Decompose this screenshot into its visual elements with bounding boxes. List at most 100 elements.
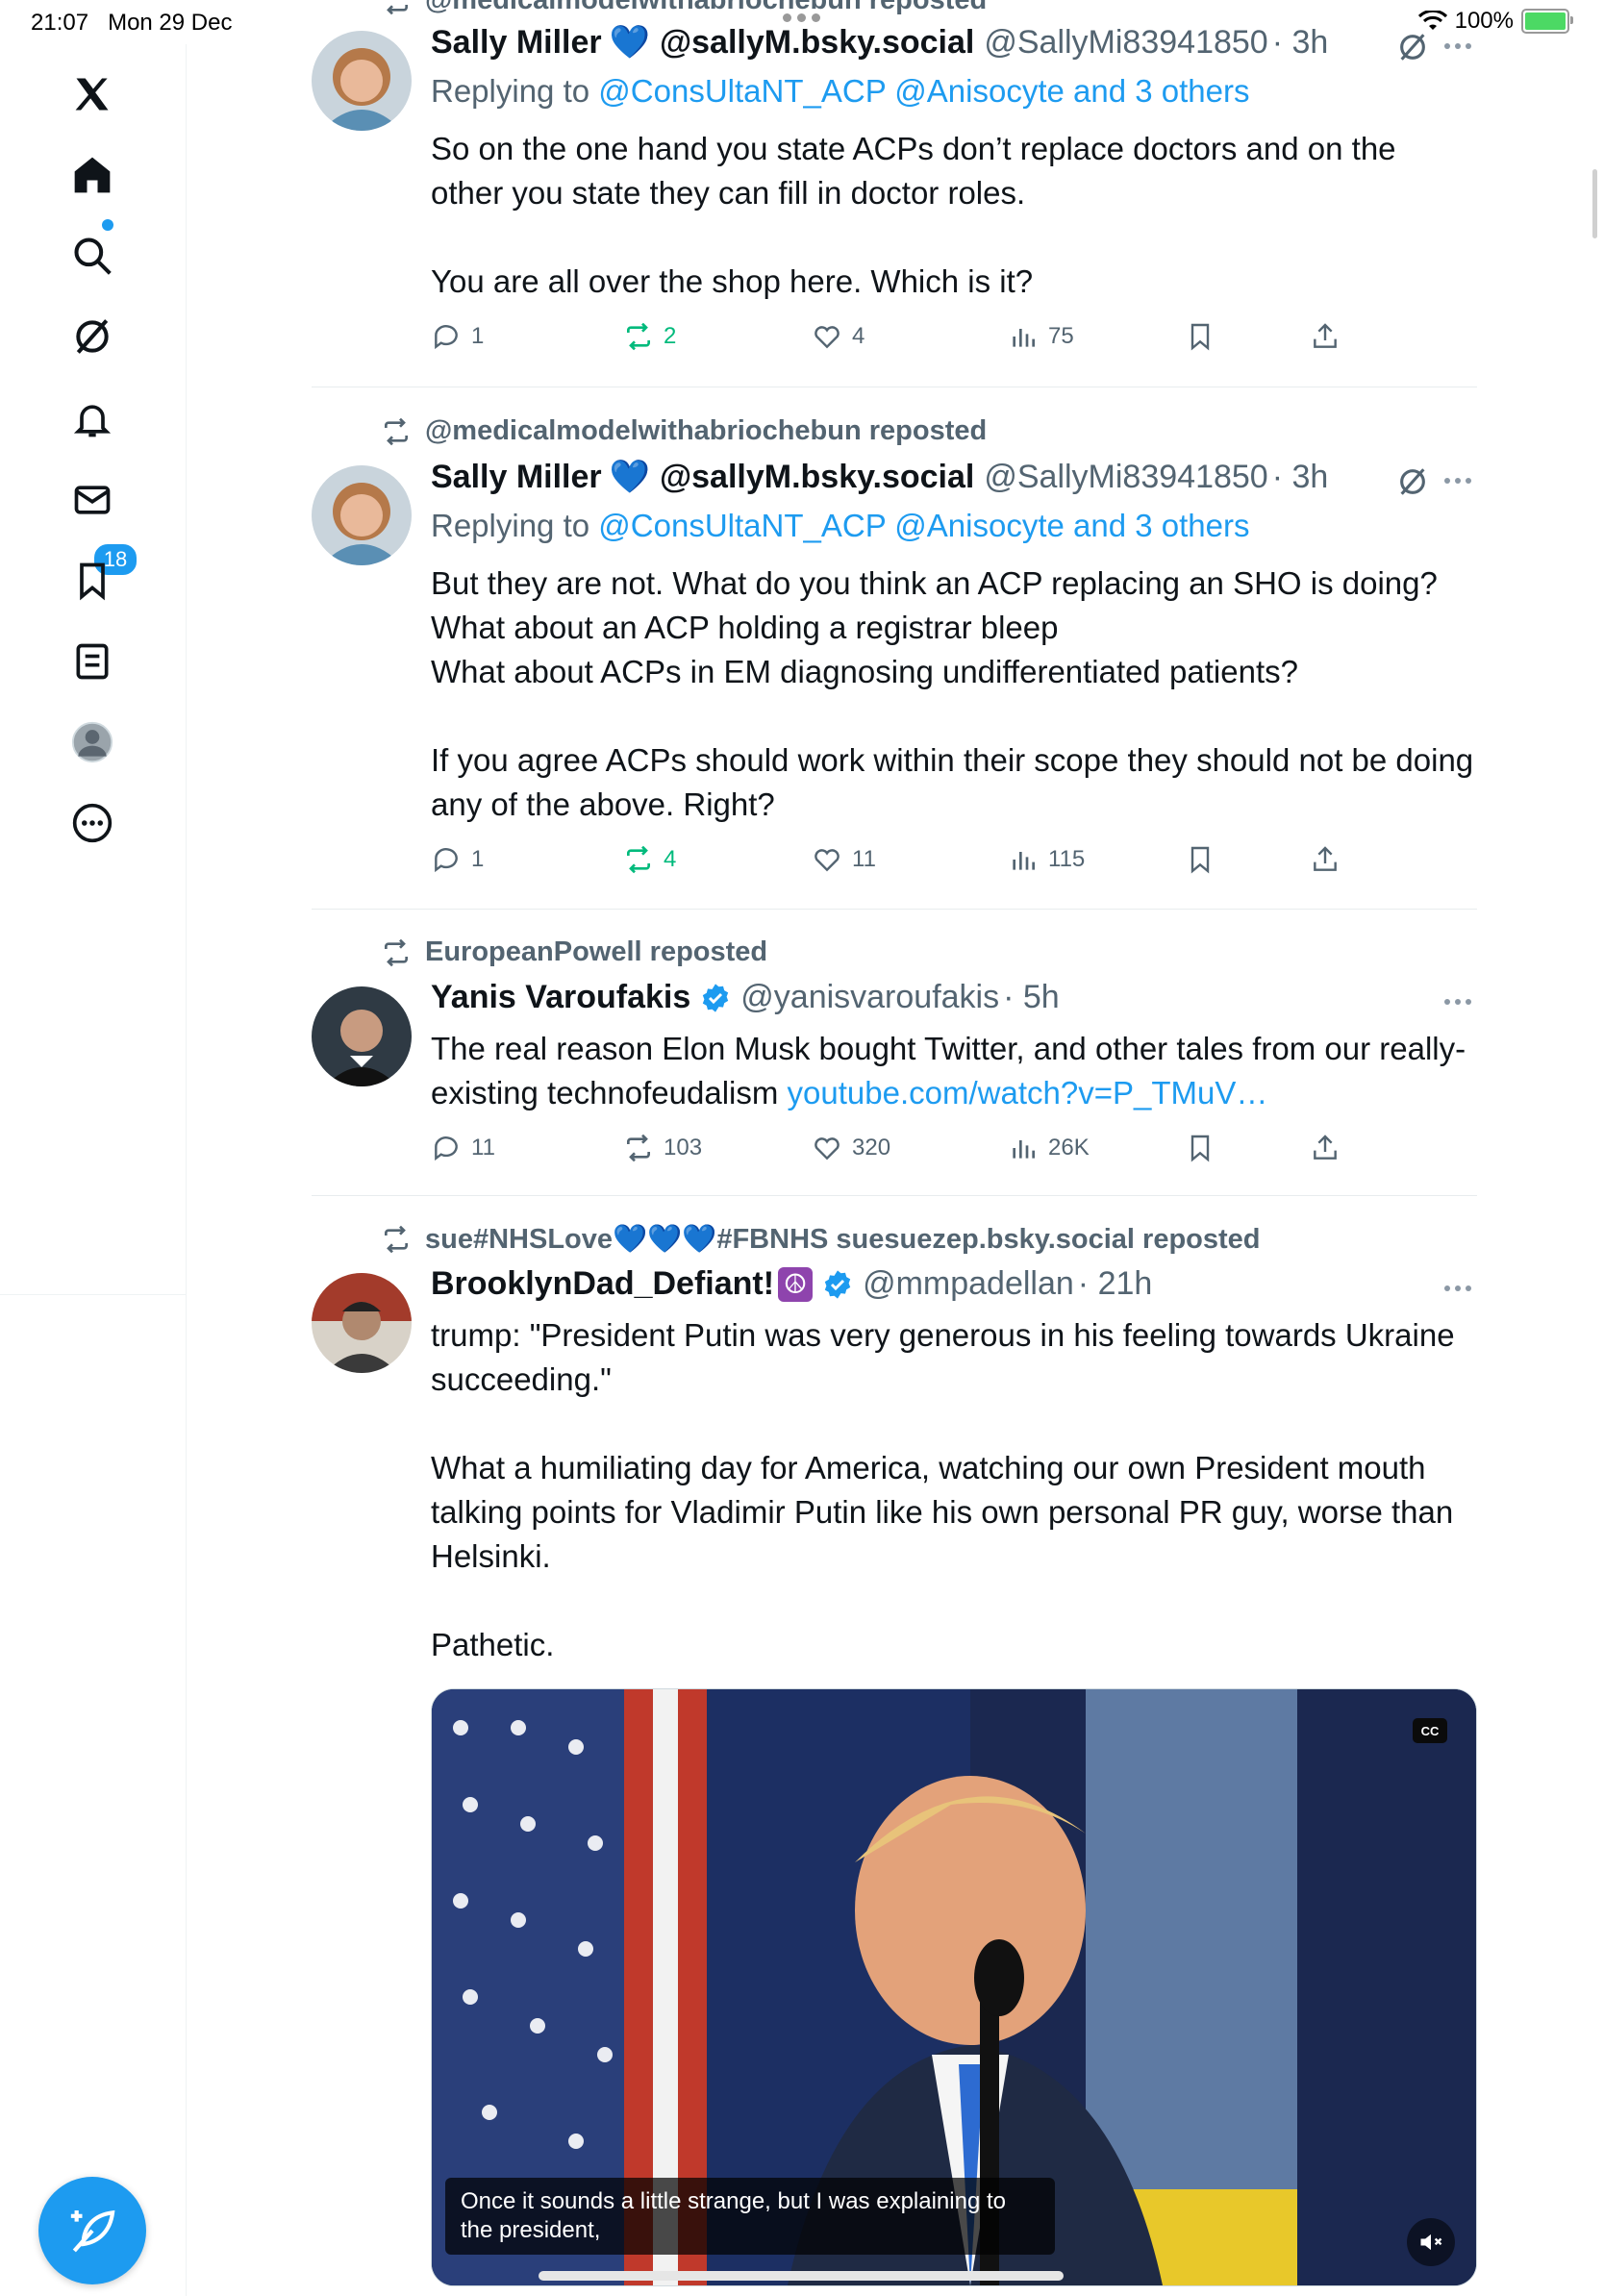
- verified-badge-icon: [824, 1269, 851, 1299]
- tweet-text: trump: "President Putin was very generou…: [431, 1317, 1455, 1662]
- compose-post-button[interactable]: [38, 2177, 146, 2284]
- heart-icon: [815, 849, 840, 872]
- views-chart-icon: [1013, 1140, 1035, 1159]
- timestamp[interactable]: · 3h: [1272, 24, 1329, 62]
- views-button[interactable]: 115: [1008, 844, 1085, 875]
- compose-feather-icon: [70, 2209, 115, 2253]
- replying-to: Replying to @ConsUltaNT_ACP @Anisocyte a…: [431, 73, 1250, 109]
- avatar[interactable]: [312, 1273, 412, 1373]
- blue-heart-emoji: 💙: [609, 459, 650, 495]
- verified-badge-icon: [703, 983, 729, 1012]
- timestamp[interactable]: · 5h: [1003, 979, 1060, 1016]
- sidebar-divider: [0, 1294, 186, 1295]
- reply-button[interactable]: 11: [431, 1133, 495, 1163]
- repost-button[interactable]: 103: [623, 1133, 702, 1163]
- more-options-icon[interactable]: [1439, 471, 1477, 490]
- notifications-bell-icon[interactable]: [63, 390, 121, 448]
- repost-icon: [387, 4, 408, 14]
- views-button[interactable]: 26K: [1008, 1133, 1090, 1163]
- repost-icon: [385, 938, 408, 966]
- author-handle[interactable]: @yanisvaroufakis: [740, 979, 999, 1016]
- share-button[interactable]: [1310, 1133, 1341, 1163]
- repost-context: @medicalmodelwithabriochebun reposted: [381, 0, 987, 16]
- timestamp[interactable]: · 3h: [1272, 459, 1329, 496]
- peace-symbol-emoji: ☮: [778, 1266, 814, 1302]
- avatar[interactable]: [312, 465, 412, 565]
- x-logo-icon[interactable]: [63, 65, 121, 123]
- more-options-icon[interactable]: [63, 794, 121, 852]
- share-button[interactable]: [1310, 321, 1341, 352]
- tweet[interactable]: sue#NHSLove💙💙💙#FBNHS suesuezep.bsky.soci…: [312, 1196, 1477, 2296]
- avatar[interactable]: [312, 31, 412, 131]
- share-button[interactable]: [1310, 844, 1341, 875]
- views-button[interactable]: 75: [1008, 321, 1074, 352]
- bookmarks-icon[interactable]: [63, 552, 121, 610]
- author-display-handle: @sallyM.bsky.social: [659, 23, 975, 61]
- messages-icon[interactable]: [63, 471, 121, 529]
- tweet-link[interactable]: youtube.com/watch?v=P_TMuV…: [788, 1075, 1268, 1111]
- like-button[interactable]: 320: [812, 1133, 890, 1163]
- author-name[interactable]: Sally Miller: [431, 24, 602, 62]
- lists-icon[interactable]: [63, 633, 121, 690]
- tweet[interactable]: EuropeanPowell reposted Yanis Varoufakis…: [312, 910, 1477, 1196]
- repost-button[interactable]: 2: [623, 321, 676, 352]
- repost-button[interactable]: 4: [623, 844, 676, 875]
- share-icon: [1314, 1135, 1337, 1160]
- views-chart-icon: [1013, 852, 1035, 870]
- author-handle[interactable]: @SallyMi83941850: [984, 459, 1267, 496]
- profile-avatar-icon[interactable]: [63, 713, 121, 771]
- repost-context: EuropeanPowell reposted: [381, 936, 767, 968]
- author-display-handle: @sallyM.bsky.social: [659, 458, 975, 495]
- views-chart-icon: [1013, 329, 1035, 347]
- share-icon: [1314, 846, 1337, 871]
- author-name[interactable]: Sally Miller: [431, 459, 602, 496]
- avatar[interactable]: [312, 986, 412, 1086]
- reply-icon: [435, 1136, 458, 1161]
- bookmark-icon: [1190, 846, 1210, 874]
- tweet-actions: 1 2 4 75: [431, 321, 1469, 360]
- replying-to-link[interactable]: @ConsUltaNT_ACP @Anisocyte and 3 others: [598, 508, 1249, 543]
- like-button[interactable]: 11: [812, 844, 876, 875]
- replying-to: Replying to @ConsUltaNT_ACP @Anisocyte a…: [431, 508, 1250, 543]
- repost-context: @medicalmodelwithabriochebun reposted: [381, 415, 987, 447]
- search-icon[interactable]: [63, 227, 121, 285]
- home-indicator[interactable]: [539, 2271, 1064, 2281]
- grok-explain-icon[interactable]: [1396, 31, 1429, 63]
- more-options-icon[interactable]: [1439, 992, 1477, 1011]
- more-options-icon[interactable]: [1439, 1279, 1477, 1298]
- bookmark-icon: [1190, 323, 1210, 351]
- reply-button[interactable]: 1: [431, 844, 484, 875]
- tweet[interactable]: @medicalmodelwithabriochebun reposted Sa…: [312, 388, 1477, 910]
- closed-captions-button[interactable]: CC: [1413, 1718, 1447, 1743]
- grok-explain-icon[interactable]: [1396, 465, 1429, 498]
- video-player[interactable]: CC Once it sounds a little strange, but …: [431, 1688, 1477, 2286]
- tweet[interactable]: @medicalmodelwithabriochebun reposted Sa…: [312, 0, 1477, 388]
- repost-icon: [627, 845, 650, 874]
- tweet-actions: 11 103 320 26K: [431, 1133, 1469, 1171]
- like-button[interactable]: 4: [812, 321, 865, 352]
- timestamp[interactable]: · 21h: [1078, 1265, 1153, 1303]
- share-icon: [1314, 323, 1337, 348]
- replying-to-link[interactable]: @ConsUltaNT_ACP @Anisocyte and 3 others: [598, 73, 1249, 109]
- more-options-icon[interactable]: [1439, 37, 1477, 56]
- author-handle[interactable]: @mmpadellan: [863, 1265, 1074, 1303]
- battery-icon: [1521, 9, 1573, 34]
- scrollbar[interactable]: [1592, 169, 1597, 238]
- blue-heart-emoji: 💙: [609, 24, 650, 61]
- home-icon[interactable]: [63, 146, 121, 204]
- bookmark-button[interactable]: [1185, 1133, 1216, 1163]
- status-time: 21:07 Mon 29 Dec: [31, 10, 233, 36]
- tweet-text: But they are not. What do you think an A…: [431, 565, 1474, 822]
- bookmark-button[interactable]: [1185, 844, 1216, 875]
- tweet-text: So on the one hand you state ACPs don’t …: [431, 131, 1396, 299]
- tweet-actions: 1 4 11 115: [431, 844, 1469, 883]
- bookmark-button[interactable]: [1185, 321, 1216, 352]
- author-name[interactable]: Yanis Varoufakis: [431, 979, 690, 1016]
- author-name[interactable]: BrooklynDad_Defiant!: [431, 1265, 774, 1303]
- reply-button[interactable]: 1: [431, 321, 484, 352]
- mute-toggle-icon[interactable]: [1407, 2218, 1455, 2266]
- video-caption: Once it sounds a little strange, but I w…: [445, 2178, 1055, 2255]
- author-handle[interactable]: @SallyMi83941850: [984, 24, 1267, 62]
- tweet-text: The real reason Elon Musk bought Twitter…: [431, 1031, 1466, 1111]
- grok-icon[interactable]: [63, 308, 121, 365]
